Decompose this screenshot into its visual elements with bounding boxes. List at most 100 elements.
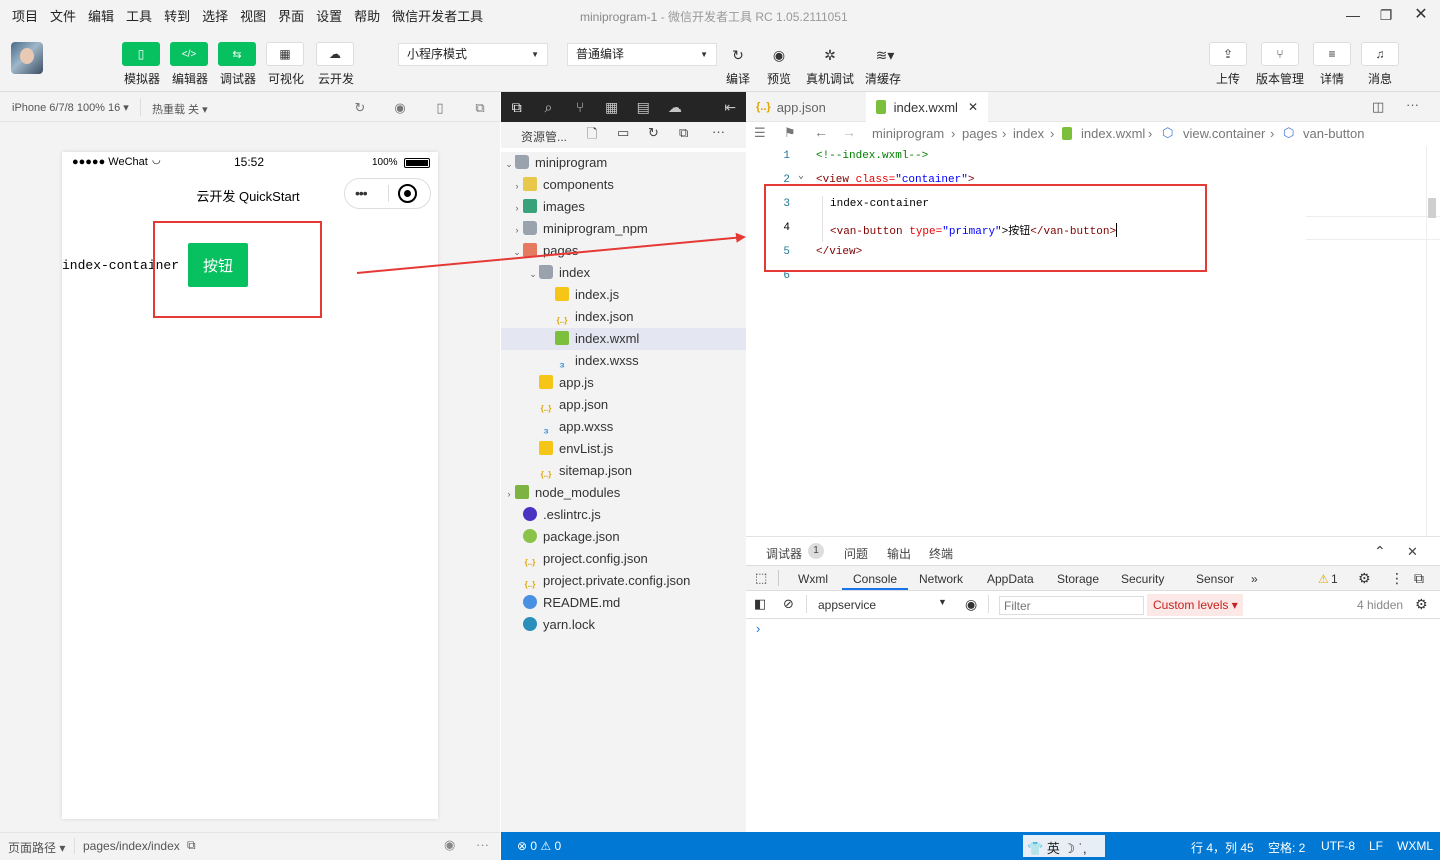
search-icon[interactable]: ⌕ [533, 92, 565, 122]
source-control-icon[interactable]: ⑂ [564, 92, 596, 122]
layout-icon[interactable]: ▤ [627, 92, 659, 122]
details-button[interactable]: ≡ [1313, 42, 1351, 66]
simulator-toggle-button[interactable]: ▯ [122, 42, 160, 66]
menu-settings[interactable]: 设置 [310, 6, 348, 25]
tree-item[interactable]: index.wxml [501, 328, 746, 350]
device-select[interactable]: iPhone 6/7/8 100% 16 ▾ [12, 101, 129, 114]
tree-item[interactable]: envList.js [501, 438, 746, 460]
collapse-panel-icon[interactable]: ⇤ [714, 92, 746, 122]
sidebar-toggle-icon[interactable]: ◧ [754, 596, 766, 612]
chevron-up-icon[interactable]: ⌃ [1374, 543, 1386, 560]
chevron-down-icon[interactable]: ⌄ [503, 153, 515, 175]
tab-security[interactable]: Security [1121, 572, 1164, 586]
context-select[interactable]: appservice [818, 598, 876, 612]
bookmark-icon[interactable]: ⚑ [784, 125, 796, 141]
refresh-icon[interactable]: ↻ [648, 125, 659, 141]
tree-item[interactable]: app.js [501, 372, 746, 394]
cursor-position[interactable]: 行 4，列 45 [1191, 839, 1254, 856]
tree-item[interactable]: ₃ index.wxss [501, 350, 746, 372]
tree-item[interactable]: package.json [501, 526, 746, 548]
tab-terminal[interactable]: 终端 [929, 545, 953, 562]
messages-button[interactable]: ♫ [1361, 42, 1399, 66]
tree-item[interactable]: {..} index.json [501, 306, 746, 328]
phone-icon[interactable]: ▯ [431, 99, 449, 117]
tab-console[interactable]: Console [853, 572, 897, 586]
more-dots-icon[interactable]: ••• [355, 185, 368, 201]
editor-toggle-button[interactable]: </> [170, 42, 208, 66]
copy-icon[interactable]: ⧉ [187, 838, 196, 853]
stop-icon[interactable]: ◉ [391, 99, 409, 117]
line-ending[interactable]: LF [1369, 839, 1383, 853]
file-encoding[interactable]: UTF-8 [1321, 839, 1355, 853]
tree-item[interactable]: {..} sitemap.json [501, 460, 746, 482]
eye-icon[interactable]: ◉ [765, 43, 793, 67]
ime-indicator[interactable]: 👕 英 ☽ ˙, [1023, 835, 1105, 857]
debugger-toggle-button[interactable]: ⇆ [218, 42, 256, 66]
chevron-down-icon[interactable]: ⌄ [511, 241, 523, 263]
tree-item[interactable]: {..} project.config.json [501, 548, 746, 570]
tree-item[interactable]: yarn.lock [501, 614, 746, 636]
tree-item[interactable]: ₃ app.wxss [501, 416, 746, 438]
upload-button[interactable]: ⇪ [1209, 42, 1247, 66]
compile-mode-select[interactable]: 普通编译 ▼ [567, 43, 717, 66]
menu-select[interactable]: 选择 [196, 6, 234, 25]
tab-storage[interactable]: Storage [1057, 572, 1099, 586]
hot-reload-select[interactable]: 热重载 关 ▾ [152, 101, 208, 117]
eye-icon[interactable]: ◉ [965, 596, 977, 613]
tab-network[interactable]: Network [919, 572, 963, 586]
avatar[interactable] [11, 42, 43, 74]
capsule-menu[interactable]: ••• [344, 178, 431, 209]
warning-icon[interactable]: ⚠ [1318, 572, 1329, 586]
popout-icon[interactable]: ⧉ [471, 99, 489, 117]
gear-icon[interactable]: ⚙ [1358, 570, 1371, 587]
tree-item[interactable]: .eslintrc.js [501, 504, 746, 526]
scrollbar[interactable] [1428, 198, 1436, 218]
extensions-icon[interactable]: ▦ [596, 92, 628, 122]
files-icon[interactable]: ⧉ [501, 92, 533, 122]
collapse-all-icon[interactable]: ⧉ [679, 125, 688, 141]
menu-help[interactable]: 帮助 [348, 6, 386, 25]
tree-item[interactable]: ⌄ pages [501, 240, 746, 262]
tree-item[interactable]: ⌄ index [501, 262, 746, 284]
inspect-icon[interactable]: ⬚ [755, 570, 767, 586]
tab-appdata[interactable]: AppData [987, 572, 1034, 586]
menu-file[interactable]: 文件 [44, 6, 82, 25]
tree-item[interactable]: › node_modules [501, 482, 746, 504]
close-icon[interactable]: ✕ [968, 100, 978, 114]
breadcrumb-item[interactable]: pages [962, 126, 997, 141]
chevron-right-icon[interactable]: › [503, 483, 515, 505]
visual-toggle-button[interactable]: ▦ [266, 42, 304, 66]
chevron-down-icon[interactable]: ⌄ [527, 263, 539, 285]
breadcrumb-item[interactable]: index.wxml [1081, 126, 1145, 141]
breadcrumb-item[interactable]: index [1013, 126, 1044, 141]
mode-select[interactable]: 小程序模式 ▼ [398, 43, 548, 66]
console-filter-input[interactable] [999, 596, 1144, 615]
tab-app-json[interactable]: {..} app.json [746, 92, 866, 122]
tab-sensor[interactable]: Sensor [1196, 572, 1234, 586]
log-levels-select[interactable]: Custom levels ▾ [1147, 594, 1243, 616]
tab-debugger[interactable]: 调试器 [766, 545, 802, 562]
eye-icon[interactable]: ◉ [444, 837, 455, 853]
tab-output[interactable]: 输出 [887, 545, 911, 562]
chevron-right-icon[interactable]: › [511, 219, 523, 241]
dock-icon[interactable]: ⧉ [1414, 570, 1424, 587]
tree-item[interactable]: › miniprogram_npm [501, 218, 746, 240]
docker-icon[interactable]: ☁ [659, 92, 691, 122]
tree-item[interactable]: {..} app.json [501, 394, 746, 416]
tree-item[interactable]: README.md [501, 592, 746, 614]
breadcrumb-item[interactable]: van-button [1303, 126, 1364, 141]
more-dots-icon[interactable]: ··· [1406, 97, 1419, 112]
split-editor-icon[interactable]: ◫ [1372, 99, 1384, 115]
maximize-icon[interactable]: ❐ [1375, 4, 1397, 26]
tree-item[interactable]: ⌄ miniprogram [501, 152, 746, 174]
tree-item[interactable]: › components [501, 174, 746, 196]
version-button[interactable]: ⑂ [1261, 42, 1299, 66]
chevron-right-icon[interactable]: › [511, 175, 523, 197]
rotate-icon[interactable]: ↻ [351, 99, 369, 117]
gear-icon[interactable]: ⚙ [1415, 596, 1428, 613]
more-tabs-icon[interactable]: » [1251, 572, 1258, 586]
problems-status[interactable]: ⊗ 0 ⚠ 0 [517, 839, 561, 853]
list-icon[interactable]: ☰ [754, 125, 766, 141]
more-dots-icon[interactable]: ··· [712, 124, 725, 139]
new-file-icon[interactable]: 🗋 [587, 125, 597, 147]
